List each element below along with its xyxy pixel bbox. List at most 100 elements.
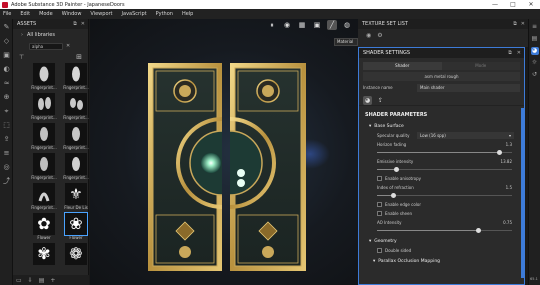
sheen-checkbox[interactable] — [377, 211, 382, 216]
asset-thumb[interactable]: Fingerprint... — [62, 153, 90, 180]
asset-grid: Fingerprint... Fingerprint... Fingerprin… — [13, 63, 90, 265]
panel-close-icon[interactable]: ✕ — [517, 50, 521, 56]
asset-thumb[interactable]: Fingerprint... — [62, 93, 90, 120]
selection-icon[interactable]: ⬚ — [2, 121, 11, 130]
panel-close-icon[interactable]: ✕ — [81, 21, 85, 27]
texture-set-list-header: TEXTURE SET LIST ⧉ ✕ — [358, 19, 528, 29]
maximize-button[interactable]: □ — [504, 0, 522, 9]
search-input[interactable] — [29, 42, 63, 50]
instance-name-row: Instance name Main shader — [363, 83, 520, 92]
asset-thumb[interactable]: Fingerprint... — [30, 123, 58, 150]
menu-python[interactable]: Python — [156, 11, 173, 17]
asset-thumb[interactable]: Fingerprint... — [30, 63, 58, 90]
horizon-fading-value[interactable]: 1.3 — [506, 142, 512, 147]
instance-name-field[interactable]: Main shader — [417, 83, 520, 92]
tab-mode[interactable]: Mode — [441, 62, 520, 70]
shader-scrollbar[interactable] — [521, 108, 524, 278]
double-sided-checkbox[interactable] — [377, 248, 382, 253]
panel-close-icon[interactable]: ✕ — [521, 21, 525, 27]
asset-label: Fingerprint... — [63, 175, 89, 180]
flower-image: ❁ — [65, 243, 87, 265]
properties-icon[interactable]: ▤ — [531, 35, 539, 43]
paint-brush-icon[interactable]: ✎ — [2, 23, 11, 32]
menu-help[interactable]: Help — [182, 11, 193, 17]
tab-shader[interactable]: Shader — [363, 62, 442, 70]
picker-icon[interactable]: ⌖ — [2, 107, 11, 116]
emissive-intensity-slider[interactable] — [377, 166, 512, 174]
menu-javascript[interactable]: JavaScript — [122, 11, 147, 17]
export-icon[interactable]: ⤴ — [2, 177, 11, 186]
settings-icon[interactable]: ⚙ — [377, 32, 382, 39]
emissive-intensity-value[interactable]: 13.82 — [501, 159, 512, 164]
smudge-icon[interactable]: ≈ — [2, 79, 11, 88]
menu-file[interactable]: File — [3, 11, 11, 17]
grid-view-icon[interactable]: ⊞ — [76, 53, 82, 61]
chevron-down-icon: ▾ — [373, 259, 376, 264]
display-icon[interactable]: ☼ — [531, 59, 539, 67]
shader-name[interactable]: asm metal rough — [363, 72, 520, 81]
geometry-section[interactable]: ▾ Geometry — [359, 235, 524, 246]
asset-thumb-selected[interactable]: ❀ Flower — [62, 212, 90, 240]
parallax-section[interactable]: ▾ Parallax Occlusion Mapping — [359, 255, 524, 266]
close-button[interactable]: ✕ — [522, 0, 540, 9]
emissive-intensity-label: Emissive intensity — [377, 159, 414, 164]
asset-thumb[interactable]: ✾ — [30, 243, 58, 265]
viewport-3d[interactable]: ⏸ ◉ ▦ ▣ ╱ ◍ Material — [90, 19, 358, 285]
asset-thumb[interactable]: Fingerprint... — [62, 123, 90, 150]
slider-handle[interactable] — [391, 193, 397, 198]
ao-intensity-slider[interactable] — [377, 227, 512, 235]
edge-color-checkbox[interactable] — [377, 202, 382, 207]
ao-intensity-value[interactable]: 0.75 — [503, 220, 512, 225]
folder-icon[interactable]: ▭ — [16, 277, 22, 284]
asset-thumb[interactable]: Fingerprint... — [62, 63, 90, 90]
slider-fill — [377, 152, 499, 153]
add-icon[interactable]: + — [50, 277, 55, 284]
slider-handle[interactable] — [476, 228, 482, 233]
shader-settings-icon[interactable]: ◕ — [530, 47, 539, 55]
ior-value[interactable]: 1.5 — [506, 185, 512, 190]
window-title: Adobe Substance 3D Painter - JapaneseDoo… — [11, 1, 125, 8]
upload-icon[interactable]: ⇪ — [376, 96, 385, 105]
asset-thumb[interactable]: ⚜ Fleur De Lis — [62, 183, 90, 210]
minimize-button[interactable]: — — [486, 0, 504, 9]
panel-float-icon[interactable]: ⧉ — [508, 50, 512, 56]
eye-icon[interactable]: ◉ — [366, 32, 371, 39]
clone-icon[interactable]: ⊕ — [2, 93, 11, 102]
panel-float-icon[interactable]: ⧉ — [73, 21, 77, 27]
clear-search-icon[interactable]: ✕ — [66, 43, 70, 49]
menu-window[interactable]: Window — [62, 11, 82, 17]
asset-thumb[interactable]: ❁ — [62, 243, 90, 265]
view-icon[interactable]: ▤ — [39, 277, 45, 284]
import-icon[interactable]: ⇩ — [28, 277, 33, 284]
asset-thumb[interactable]: Fingerprint... — [30, 93, 58, 120]
menu-mode[interactable]: Mode — [39, 11, 53, 17]
asset-thumb[interactable]: Fingerprint... — [30, 153, 58, 180]
panel-float-icon[interactable]: ⧉ — [513, 21, 517, 27]
tool-strip: ✎ ◇ ▣ ◐ ≈ ⊕ ⌖ ⬚ ⇪ ≡ ◎ ⤴ — [0, 19, 13, 285]
search-row: ✕ — [13, 41, 88, 51]
shader-sphere-icon[interactable]: ◕ — [363, 96, 372, 105]
projection-icon[interactable]: ▣ — [2, 51, 11, 60]
history-icon[interactable]: ↺ — [531, 71, 539, 79]
shader-settings-header: SHADER SETTINGS ⧉ ✕ — [359, 48, 524, 58]
base-surface-section[interactable]: ▾ Base Surface — [359, 120, 524, 131]
libraries-row[interactable]: › All libraries — [13, 29, 88, 41]
menu-viewport[interactable]: Viewport — [90, 11, 112, 17]
ior-slider[interactable] — [377, 192, 512, 200]
anisotropy-checkbox[interactable] — [377, 176, 382, 181]
asset-thumb[interactable]: ✿ Flower — [30, 213, 58, 240]
asset-thumb[interactable]: Fingerprint... — [30, 183, 58, 210]
slider-handle[interactable] — [393, 167, 399, 172]
layers-icon[interactable]: ≡ — [2, 149, 11, 158]
eraser-icon[interactable]: ◇ — [2, 37, 11, 46]
geometry-fill-icon[interactable]: ◐ — [2, 65, 11, 74]
filter-icon[interactable]: ⊤ — [19, 54, 24, 61]
menu-edit[interactable]: Edit — [20, 11, 30, 17]
slider-handle[interactable] — [496, 150, 502, 155]
ao-intensity-row: AO Intensity 0.75 — [359, 218, 524, 227]
layers-icon[interactable]: ≡ — [531, 23, 539, 31]
upload-icon[interactable]: ⇪ — [2, 135, 11, 144]
horizon-fading-slider[interactable] — [377, 149, 512, 157]
specular-quality-select[interactable]: Low (16 spp) ▾ — [417, 132, 514, 139]
bake-icon[interactable]: ◎ — [2, 163, 11, 172]
